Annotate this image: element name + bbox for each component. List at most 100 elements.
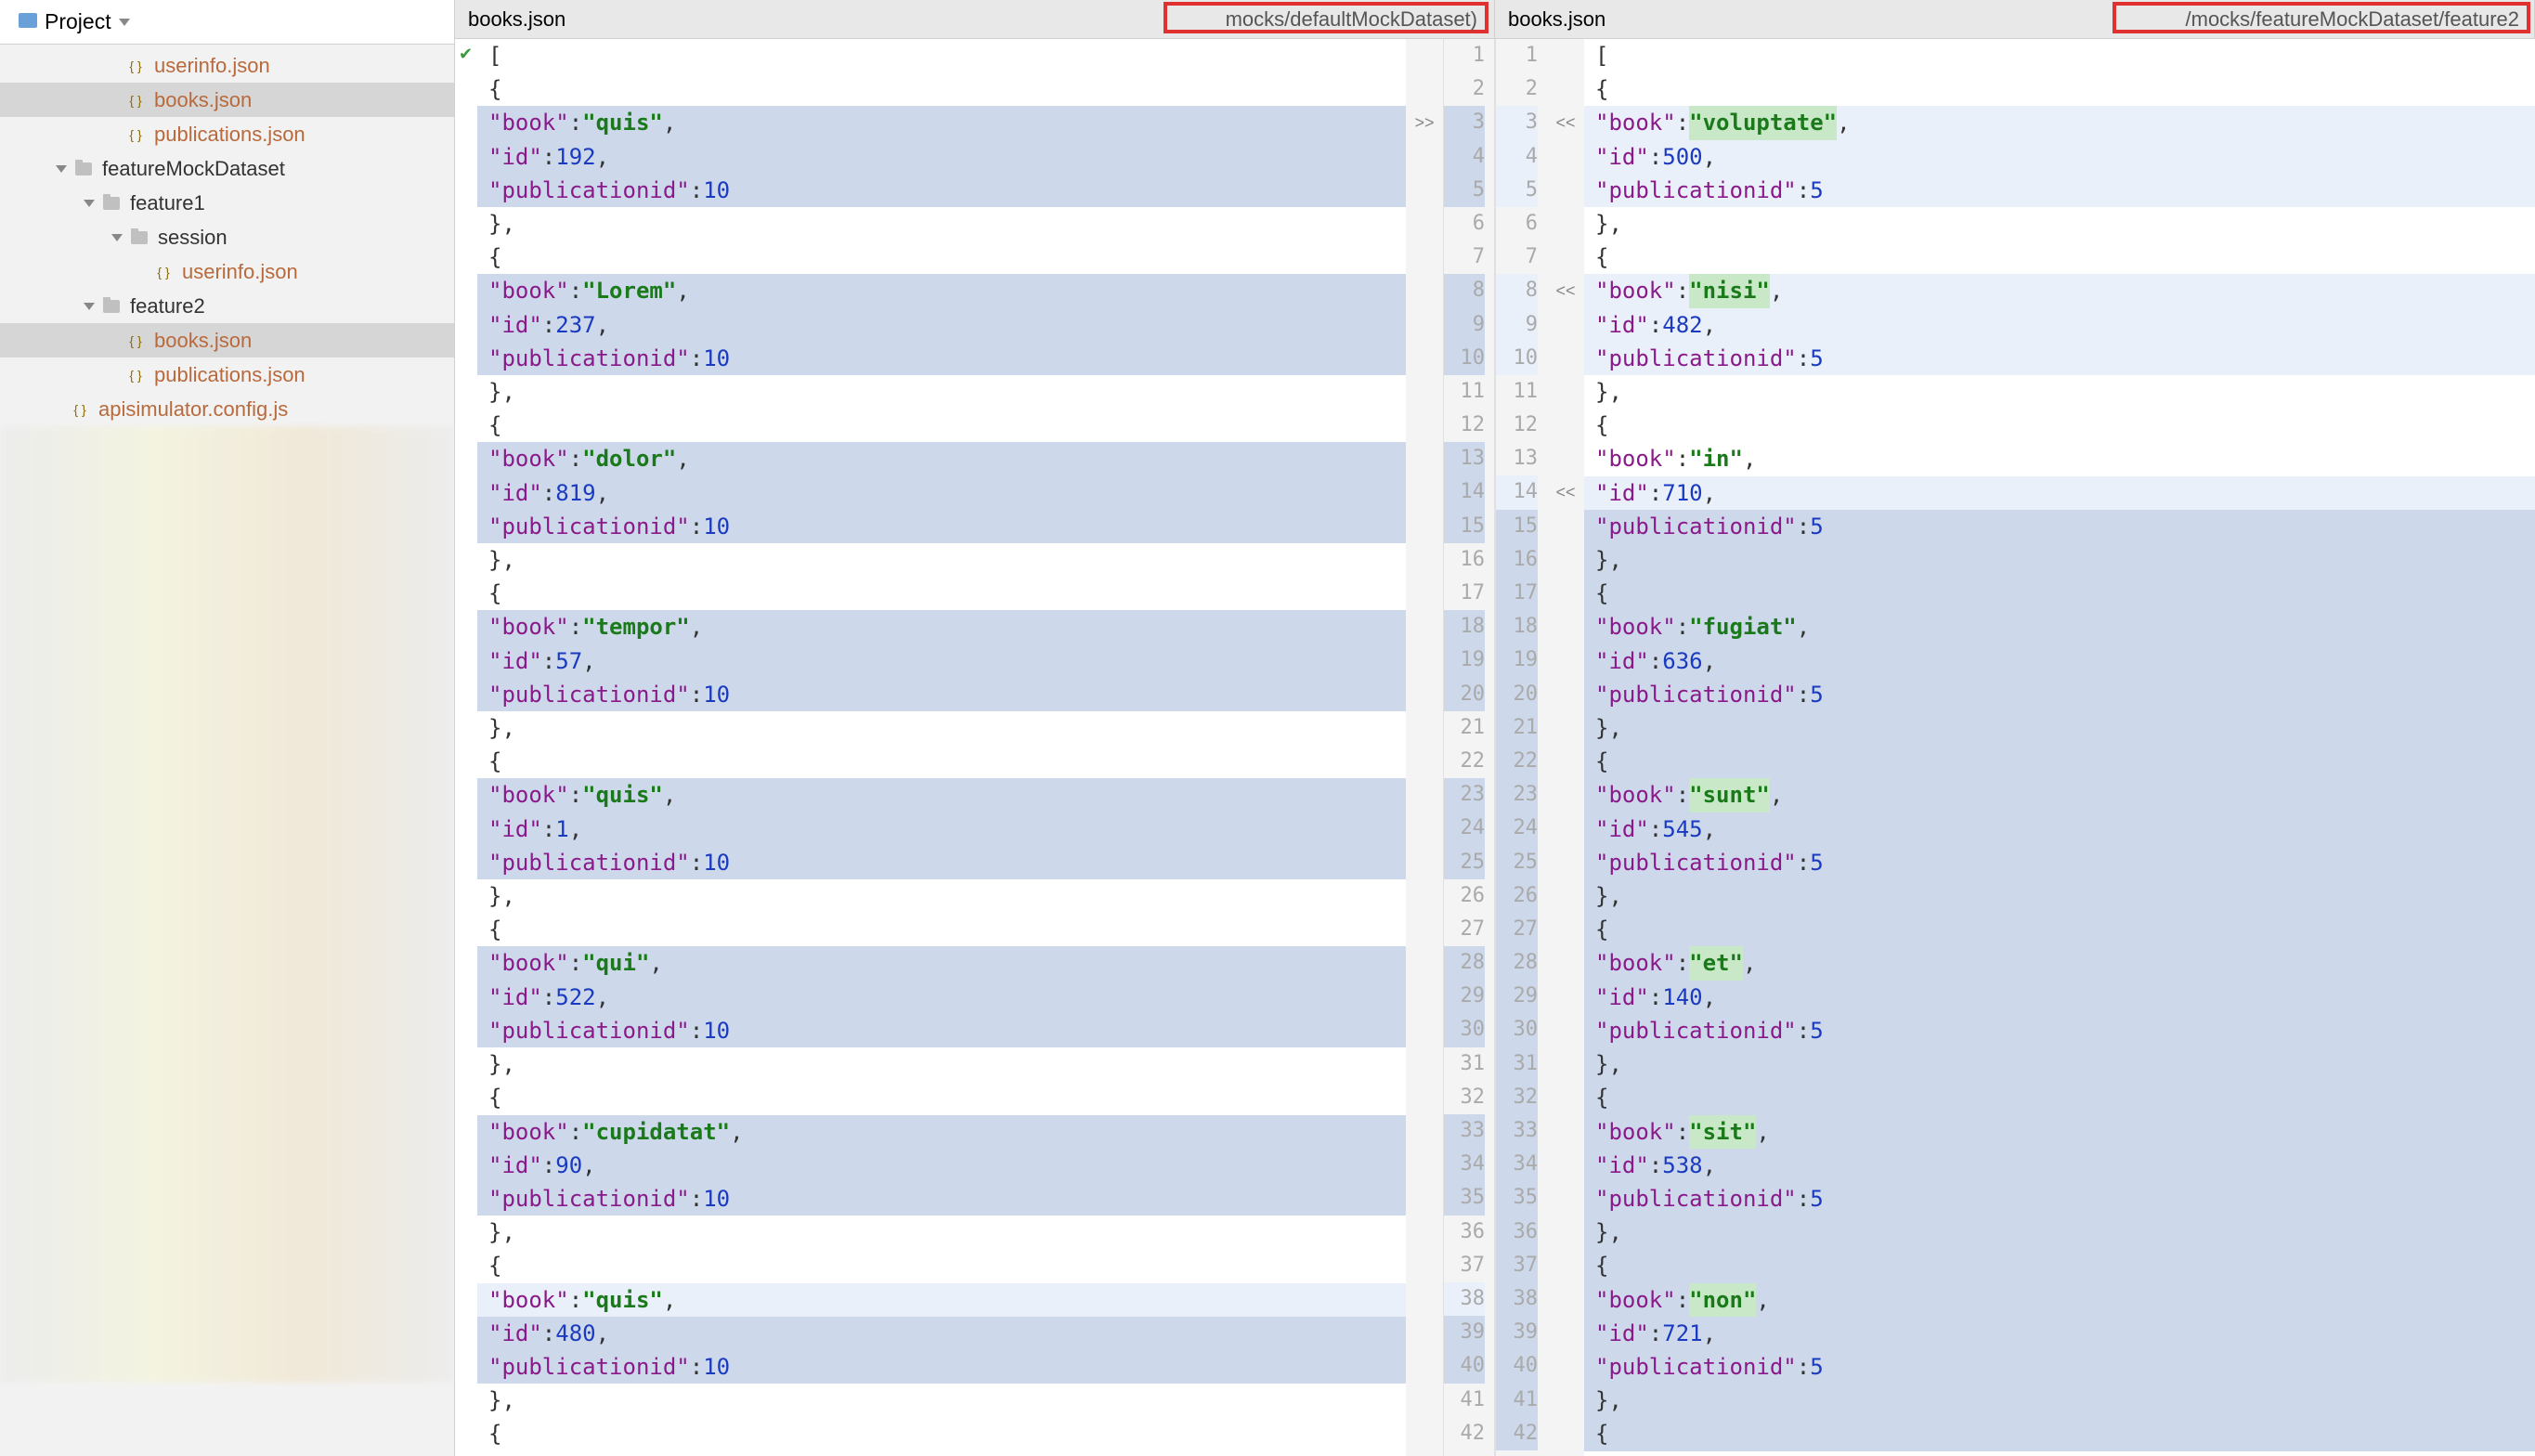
code-line[interactable]: { [477, 577, 1406, 610]
code-line[interactable]: "publicationid": 5 [1584, 174, 2535, 207]
code-line[interactable]: }, [1584, 207, 2535, 240]
code-line[interactable]: "id": 710, [1584, 476, 2535, 510]
tree-item[interactable]: { }apisimulator.config.js [0, 392, 454, 426]
code-line[interactable]: "book": "Lorem", [477, 274, 1406, 307]
tree-item[interactable]: { }books.json [0, 83, 454, 117]
code-line[interactable]: { [1584, 1417, 2535, 1450]
code-line[interactable]: "book": "sunt", [1584, 778, 2535, 812]
code-line[interactable]: { [477, 1417, 1406, 1450]
tree-item[interactable]: { }publications.json [0, 117, 454, 151]
code-line[interactable]: "publicationid": 5 [1584, 510, 2535, 543]
code-line[interactable]: }, [477, 711, 1406, 745]
tree-item[interactable]: { }publications.json [0, 358, 454, 392]
code-line[interactable]: { [1584, 409, 2535, 442]
code-line[interactable]: "id": 538, [1584, 1149, 2535, 1182]
code-line[interactable]: "id": 545, [1584, 812, 2535, 846]
code-line[interactable]: }, [477, 1384, 1406, 1417]
code-line[interactable]: { [1584, 72, 2535, 106]
code-line[interactable]: "publicationid": 10 [477, 1350, 1406, 1384]
code-line[interactable]: "publicationid": 10 [477, 342, 1406, 375]
code-line[interactable]: "publicationid": 5 [1584, 1014, 2535, 1047]
code-line[interactable]: [ [477, 39, 1406, 72]
code-line[interactable]: "id": 192, [477, 140, 1406, 174]
code-line[interactable]: "id": 721, [1584, 1317, 2535, 1350]
code-line[interactable]: }, [477, 375, 1406, 409]
code-line[interactable]: "book": "dolor", [477, 442, 1406, 475]
tree-item[interactable]: feature2 [0, 289, 454, 323]
tree-item[interactable]: session [0, 220, 454, 254]
code-line[interactable]: "publicationid": 5 [1584, 846, 2535, 879]
code-line[interactable]: { [1584, 240, 2535, 274]
code-line[interactable]: "id": 1, [477, 812, 1406, 846]
project-tree[interactable]: { }userinfo.json{ }books.json{ }publicat… [0, 45, 454, 426]
code-line[interactable]: "publicationid": 5 [1584, 1350, 2535, 1384]
code-line[interactable]: "book": "quis", [477, 778, 1406, 812]
code-line[interactable]: { [1584, 745, 2535, 778]
code-line[interactable]: "book": "et", [1584, 946, 2535, 980]
code-line[interactable]: "id": 482, [1584, 308, 2535, 342]
left-code[interactable]: [ { "book": "quis", "id": 192, "publicat… [477, 39, 1406, 1456]
code-line[interactable]: "book": "qui", [477, 946, 1406, 980]
tab-right-file[interactable]: books.json /mocks/featureMockDataset/fea… [1495, 0, 2535, 38]
code-line[interactable]: "publicationid": 10 [477, 510, 1406, 543]
code-line[interactable]: }, [477, 1047, 1406, 1081]
code-line[interactable]: "id": 500, [1584, 140, 2535, 174]
code-line[interactable]: }, [477, 1216, 1406, 1249]
code-line[interactable]: "book": "voluptate", [1584, 106, 2535, 139]
code-line[interactable]: { [477, 1081, 1406, 1114]
expand-icon[interactable] [56, 165, 67, 173]
code-line[interactable]: { [1584, 913, 2535, 946]
tree-item[interactable]: { }userinfo.json [0, 48, 454, 83]
code-line[interactable]: { [1584, 1249, 2535, 1282]
code-line[interactable]: "publicationid": 10 [477, 1014, 1406, 1047]
code-line[interactable]: "publicationid": 10 [477, 1182, 1406, 1216]
code-line[interactable]: }, [1584, 879, 2535, 913]
code-line[interactable]: "publicationid": 5 [1584, 1182, 2535, 1216]
code-line[interactable]: "id": 480, [477, 1317, 1406, 1350]
code-line[interactable]: { [477, 1249, 1406, 1282]
expand-icon[interactable] [84, 200, 95, 207]
code-line[interactable]: "publicationid": 10 [477, 174, 1406, 207]
code-line[interactable]: "book": "nisi", [1584, 274, 2535, 307]
project-header[interactable]: Project [0, 0, 454, 45]
code-line[interactable]: "publicationid": 5 [1584, 678, 2535, 711]
code-line[interactable]: }, [1584, 543, 2535, 577]
code-line[interactable]: "publicationid": 5 [1584, 342, 2535, 375]
code-line[interactable]: }, [477, 879, 1406, 913]
code-line[interactable]: "id": 522, [477, 981, 1406, 1014]
tab-left-file[interactable]: books.json mocks/defaultMockDataset) [455, 0, 1495, 38]
tree-item[interactable]: feature1 [0, 186, 454, 220]
expand-icon[interactable] [111, 234, 123, 241]
code-line[interactable]: "id": 636, [1584, 644, 2535, 678]
code-line[interactable]: }, [1584, 1384, 2535, 1417]
code-line[interactable]: }, [1584, 375, 2535, 409]
code-line[interactable]: "book": "quis", [477, 1283, 1406, 1317]
code-line[interactable]: }, [1584, 1047, 2535, 1081]
code-line[interactable]: }, [477, 207, 1406, 240]
code-line[interactable]: "id": 57, [477, 644, 1406, 678]
code-line[interactable]: "id": 819, [477, 476, 1406, 510]
code-line[interactable]: "book": "cupidatat", [477, 1115, 1406, 1149]
tree-item[interactable]: { }books.json [0, 323, 454, 358]
code-line[interactable]: "publicationid": 10 [477, 678, 1406, 711]
code-line[interactable]: "book": "sit", [1584, 1115, 2535, 1149]
code-line[interactable]: { [477, 409, 1406, 442]
code-line[interactable]: }, [1584, 1216, 2535, 1249]
code-line[interactable]: { [477, 72, 1406, 106]
right-code[interactable]: [ { "book": "voluptate", "id": 500, "pub… [1584, 39, 2535, 1456]
code-line[interactable]: "book": "tempor", [477, 610, 1406, 644]
code-line[interactable]: { [477, 913, 1406, 946]
code-line[interactable]: [ [1584, 39, 2535, 72]
code-line[interactable]: "id": 140, [1584, 981, 2535, 1014]
code-line[interactable]: { [477, 745, 1406, 778]
code-line[interactable]: { [1584, 1081, 2535, 1114]
code-line[interactable]: "book": "fugiat", [1584, 610, 2535, 644]
code-line[interactable]: "book": "non", [1584, 1283, 2535, 1317]
code-line[interactable]: }, [1584, 711, 2535, 745]
code-line[interactable]: "id": 237, [477, 308, 1406, 342]
code-line[interactable]: }, [477, 543, 1406, 577]
code-line[interactable]: "book": "quis", [477, 106, 1406, 139]
code-line[interactable]: { [477, 240, 1406, 274]
code-line[interactable]: "publicationid": 10 [477, 846, 1406, 879]
tree-item[interactable]: { }userinfo.json [0, 254, 454, 289]
